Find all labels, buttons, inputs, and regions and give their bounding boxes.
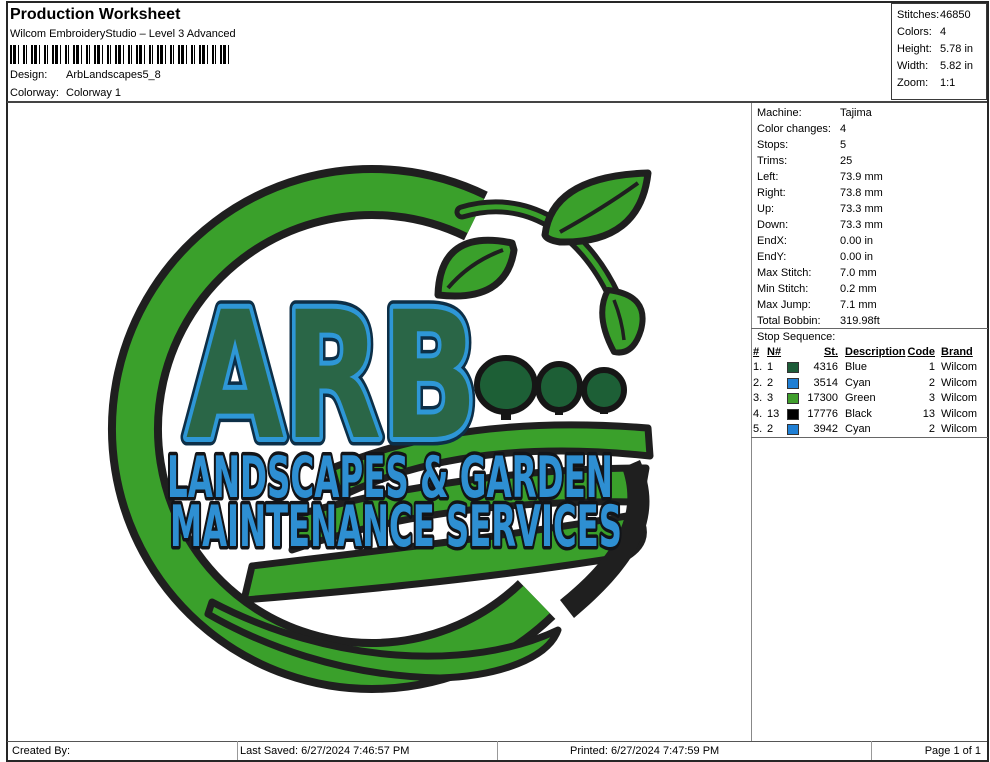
footer-cell-divider bbox=[237, 741, 238, 760]
last-saved-text: Last Saved: 6/27/2024 7:46:57 PM bbox=[240, 745, 410, 757]
logo-taglines: LANDSCAPES & GARDEN MAINTENANCE SERVICES bbox=[164, 442, 626, 564]
logo-tagline-2: MAINTENANCE SERVICES bbox=[170, 494, 622, 560]
footer-cell-divider bbox=[497, 741, 498, 760]
production-worksheet-page: Production Worksheet Wilcom EmbroiderySt… bbox=[0, 0, 990, 762]
created-by-label: Created By: bbox=[12, 745, 71, 757]
design-preview: ARB ARB LANDSCAPES & GARDEN MAINTENANCE … bbox=[108, 165, 654, 693]
printed-text: Printed: 6/27/2024 7:47:59 PM bbox=[570, 745, 720, 757]
tree-icon bbox=[474, 355, 627, 420]
page-number: Page 1 of 1 bbox=[924, 745, 981, 757]
